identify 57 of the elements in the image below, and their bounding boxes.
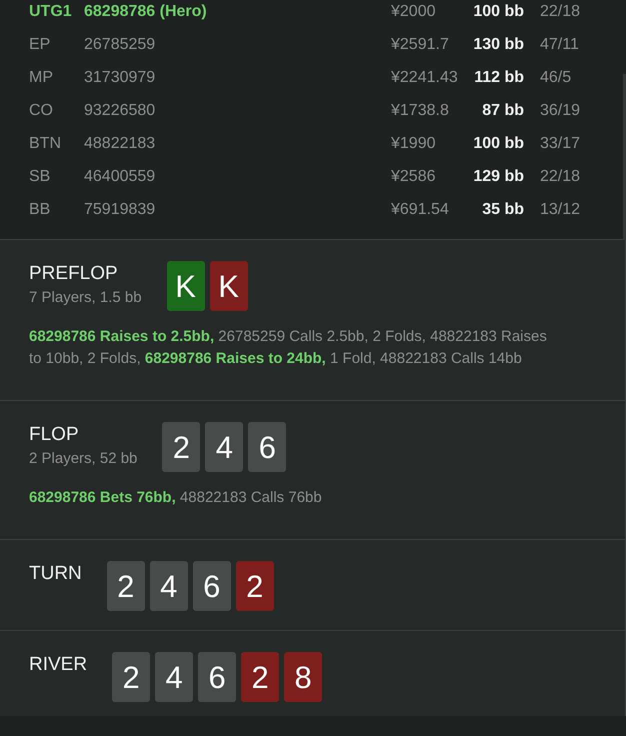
card: 4: [205, 422, 244, 472]
player-id: 31730979: [84, 68, 156, 88]
card: 6: [248, 422, 286, 472]
card: 6: [192, 561, 231, 611]
stack-bb: 35 bb: [482, 200, 524, 220]
stack-bb: 100 bb: [473, 2, 524, 22]
card: 4: [150, 561, 188, 611]
player-stats: 22/18: [540, 2, 580, 22]
stack-amount: ¥1990: [391, 134, 436, 154]
stack-bb: 129 bb: [473, 166, 524, 186]
position-label: BB: [29, 200, 50, 220]
card: 2: [106, 561, 145, 611]
card: 8: [284, 652, 322, 702]
player-stats: 46/5: [540, 68, 572, 88]
position-label: EP: [29, 34, 50, 54]
street-title: TURN: [29, 562, 82, 586]
card: K: [166, 261, 205, 311]
street-summary: 2 Players, 52 bb: [29, 449, 138, 469]
stack-amount: ¥2000: [391, 2, 436, 22]
position-label: BTN: [29, 134, 61, 154]
street-title: PREFLOP: [29, 262, 119, 286]
card: 2: [112, 652, 150, 702]
position-label: SB: [29, 166, 50, 186]
stack-amount: ¥2241.43: [391, 68, 458, 88]
action-log: 68298786 Bets 76bb, 48822183 Calls 76bb: [29, 488, 323, 508]
player-id: 68298786 (Hero): [84, 2, 207, 22]
stack-amount: ¥691.54: [391, 200, 449, 220]
position-label: MP: [29, 68, 53, 88]
street-summary: 7 Players, 1.5 bb: [29, 288, 142, 308]
player-stats: 13/12: [540, 200, 580, 220]
stack-bb: 112 bb: [474, 68, 524, 88]
action-log: 68298786 Raises to 2.5bb, 26785259 Calls 2.5bb, 2 Folds, 48822183 Raises to 10bb, 2 Folds, 68298786 Raises to 24bb, 1 Fold, 48822183 Calls 14bb: [29, 327, 548, 369]
street-title: FLOP: [29, 423, 80, 447]
card: 6: [198, 652, 236, 702]
player-stats: 36/19: [540, 100, 580, 120]
player-id: 48822183: [84, 134, 156, 154]
stack-bb: 130 bb: [473, 34, 524, 54]
stack-amount: ¥1738.8: [391, 100, 449, 120]
player-stats: 22/18: [540, 166, 580, 186]
street-title: RIVER: [29, 653, 88, 677]
player-id: 93226580: [84, 100, 156, 120]
stack-amount: ¥2591.7: [391, 34, 449, 54]
player-id: 75919839: [84, 200, 156, 220]
stack-bb: 100 bb: [473, 134, 524, 154]
stack-bb: 87 bb: [482, 100, 524, 120]
player-id: 26785259: [84, 34, 156, 54]
player-stats: 47/11: [540, 34, 579, 54]
player-id: 46400559: [84, 166, 156, 186]
player-stats: 33/17: [540, 134, 580, 154]
card: 4: [155, 652, 194, 702]
card: 2: [241, 652, 280, 702]
card: 2: [162, 422, 200, 472]
card: K: [210, 261, 248, 311]
stack-amount: ¥2586: [391, 166, 436, 186]
card: 2: [236, 561, 274, 611]
position-label: CO: [29, 100, 53, 120]
position-label: UTG1: [29, 2, 72, 22]
